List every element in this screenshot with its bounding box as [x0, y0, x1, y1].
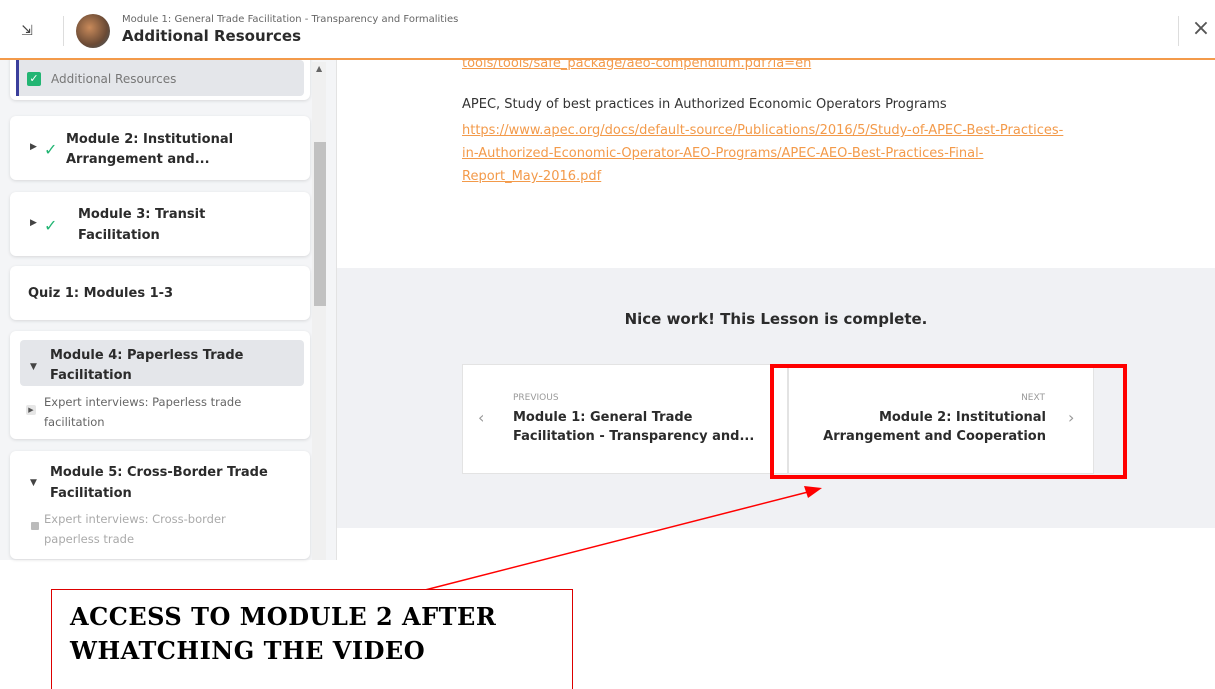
annotation-line-1: ACCESS TO MODULE 2 AFTER	[70, 602, 497, 631]
annotation-text: ACCESS TO MODULE 2 AFTER WHATCHING THE V…	[70, 600, 496, 668]
annotation-arrow	[424, 486, 822, 591]
annotation-line-2: WHATCHING THE VIDEO	[70, 636, 426, 665]
